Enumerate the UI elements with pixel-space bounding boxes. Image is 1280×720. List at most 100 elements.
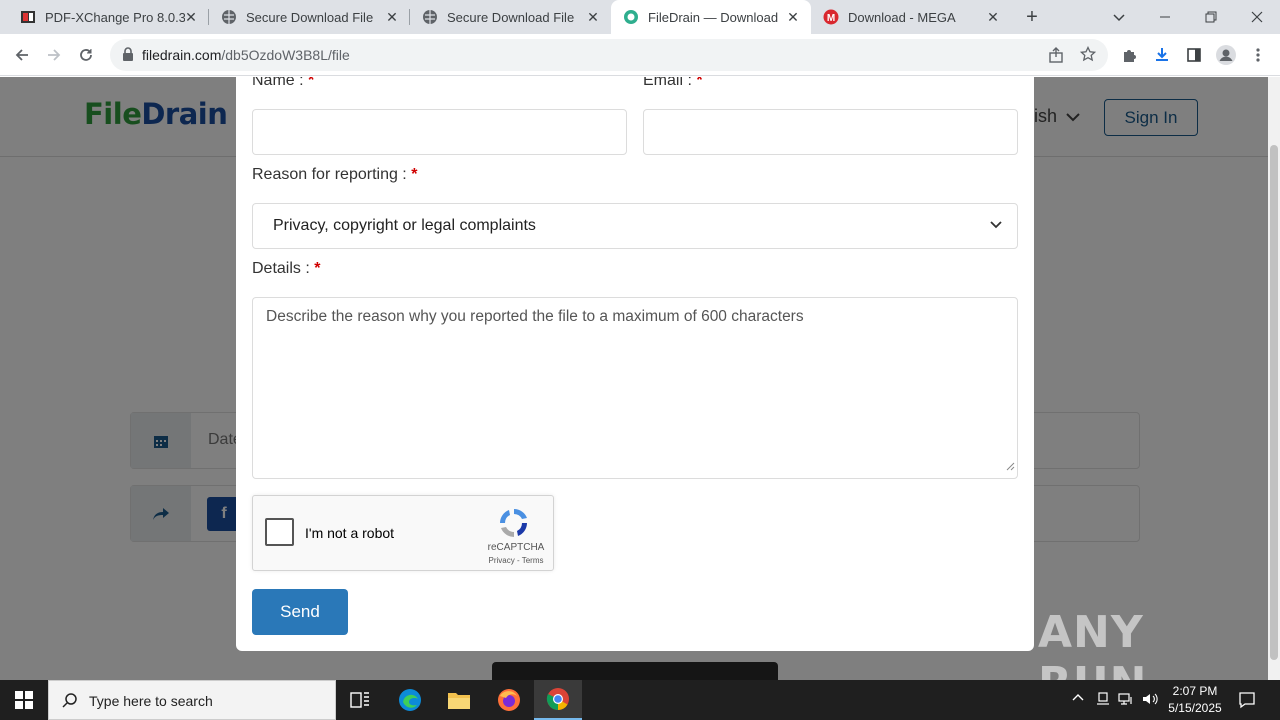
forward-button[interactable] [40,41,68,69]
show-hidden-icons-icon[interactable] [1072,692,1084,707]
close-icon [1251,11,1263,23]
report-file-modal: Name : * Email : * Reason for reporting … [236,77,1034,651]
task-view-icon [350,692,369,708]
side-panel-button[interactable] [1180,41,1208,69]
tab-secure-download-2[interactable]: Secure Download File ✕ [410,0,611,34]
taskbar-clock[interactable]: 2:07 PM 5/15/2025 [1162,683,1228,717]
details-label-text: Details : [252,260,315,277]
share-icon[interactable] [1048,47,1064,68]
tab-title: PDF-XChange Pro 8.0.341 [45,9,185,25]
required-mark: * [308,77,315,89]
plus-icon: + [1026,5,1038,28]
browser-toolbar: filedrain.com/db5OzdoW3B8L/file [0,34,1280,76]
lock-icon [122,47,134,66]
details-textarea[interactable]: Describe the reason why you reported the… [252,297,1018,479]
menu-button[interactable] [1244,41,1272,69]
network-status-icon[interactable] [1096,692,1110,709]
clock-time: 2:07 PM [1172,684,1218,698]
recaptcha-checkbox[interactable] [265,518,294,546]
required-mark: * [314,260,321,277]
bookmark-star-icon[interactable] [1079,45,1097,67]
required-mark: * [411,166,418,183]
page-scrollbar[interactable] [1268,77,1280,680]
taskbar-chrome[interactable] [534,680,582,720]
required-mark: * [696,77,703,89]
name-label-text: Name : [252,77,309,89]
tab-secure-download-1[interactable]: Secure Download File ✕ [209,0,410,34]
recaptcha-label: I'm not a robot [305,525,395,541]
arrow-left-icon [15,49,28,61]
mega-icon: M [823,9,839,25]
taskbar-firefox[interactable] [485,680,533,720]
search-placeholder: Type here to search [89,693,213,709]
reason-selected-value: Privacy, copyright or legal complaints [273,217,536,234]
email-field[interactable] [643,109,1018,155]
address-bar[interactable]: filedrain.com/db5OzdoW3B8L/file [110,39,1108,71]
search-icon [62,692,78,713]
start-button[interactable] [0,680,48,720]
clock-date: 5/15/2025 [1168,701,1222,715]
details-placeholder: Describe the reason why you reported the… [266,308,804,325]
notifications-icon[interactable] [1238,691,1256,712]
name-field[interactable] [252,109,627,155]
resize-grip-icon[interactable] [1006,458,1015,476]
tab-mega[interactable]: M Download - MEGA ✕ [811,0,1011,34]
anyrun-watermark: ANY RUN [1038,607,1146,680]
taskbar-file-explorer[interactable] [435,680,483,720]
url-host: filedrain.com [142,47,222,63]
pdfxchange-icon [20,9,36,25]
tab-filedrain[interactable]: FileDrain — Download — ✕ [611,0,811,34]
minimize-button[interactable] [1142,0,1188,34]
tab-title: FileDrain — Download — [648,9,778,25]
url-text: filedrain.com/db5OzdoW3B8L/file [142,47,350,63]
kebab-menu-icon [1256,48,1260,62]
scrollbar-thumb[interactable] [1270,145,1278,660]
chrome-icon [546,688,569,710]
reason-label: Reason for reporting : * [252,166,417,184]
minimize-icon [1160,16,1170,18]
volume-icon[interactable] [1142,692,1158,709]
close-window-button[interactable] [1234,0,1280,34]
windows-taskbar: Type here to search 2:07 PM 5/15/2025 [0,680,1280,720]
restore-button[interactable] [1188,0,1234,34]
firefox-icon [498,689,520,711]
download-icon [1156,48,1168,61]
taskbar-edge[interactable] [386,680,434,720]
globe-icon [221,9,237,25]
chevron-down-icon [989,217,1003,236]
reload-icon [80,49,92,61]
new-tab-button[interactable]: + [1012,0,1052,34]
web-page: FileDrain lish Sign In Date f Name : * E… [0,77,1268,680]
taskbar-search-box[interactable]: Type here to search [48,680,336,720]
browser-tab-strip: PDF-XChange Pro 8.0.341 ✕ Secure Downloa… [0,0,1280,34]
arrow-right-icon [48,49,61,61]
folder-icon [448,693,470,709]
task-view-button[interactable] [336,680,384,720]
close-tab-icon[interactable]: ✕ [585,9,601,26]
profile-button[interactable] [1212,41,1240,69]
filedrain-icon [623,9,639,25]
close-tab-icon[interactable]: ✕ [384,9,400,26]
restore-icon [1205,11,1217,23]
tab-search-button[interactable] [1096,0,1142,34]
ethernet-icon[interactable] [1118,692,1134,709]
recaptcha-links[interactable]: Privacy - Terms [481,556,551,565]
tab-pdfxchange[interactable]: PDF-XChange Pro 8.0.341 ✕ [8,0,209,34]
puzzle-icon [1124,50,1136,62]
tab-title: Secure Download File [246,9,374,25]
name-label: Name : * [252,77,314,90]
close-tab-icon[interactable]: ✕ [183,9,199,26]
downloads-button[interactable] [1148,41,1176,69]
reason-label-text: Reason for reporting : [252,166,412,183]
windows-logo-icon [15,691,33,709]
back-button[interactable] [8,41,36,69]
close-tab-icon[interactable]: ✕ [985,9,1001,26]
side-panel-icon [1187,48,1201,62]
extensions-button[interactable] [1116,41,1144,69]
close-tab-icon[interactable]: ✕ [785,9,801,26]
send-button[interactable]: Send [252,589,348,635]
svg-text:M: M [827,13,835,24]
url-path: /db5OzdoW3B8L/file [221,47,350,63]
reload-button[interactable] [72,41,100,69]
reason-select[interactable]: Privacy, copyright or legal complaints [252,203,1018,249]
